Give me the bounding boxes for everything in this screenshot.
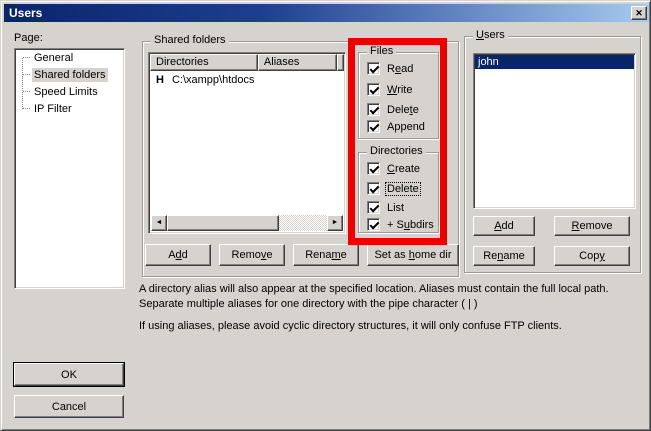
ok-button[interactable]: OK xyxy=(14,363,124,386)
alias-note-1: A directory alias will also appear at th… xyxy=(139,282,628,312)
close-icon[interactable]: ✕ xyxy=(631,6,647,20)
directory-row[interactable]: H C:\xampp\htdocs xyxy=(150,71,344,86)
checkbox-checked-icon xyxy=(367,162,380,175)
window-title: Users xyxy=(4,6,42,20)
title-bar[interactable]: Users ✕ xyxy=(4,4,649,22)
users-listbox[interactable]: john xyxy=(473,53,636,209)
checkbox-checked-icon xyxy=(367,120,380,133)
directories-group: Directories Create Delete List + Subdirs xyxy=(358,152,439,233)
user-list-item[interactable]: john xyxy=(475,55,634,69)
checkbox-dirs-list[interactable]: List xyxy=(367,201,405,214)
rename-folder-button[interactable]: Rename xyxy=(293,244,359,266)
checkbox-checked-icon xyxy=(367,201,380,214)
users-group-label: Users xyxy=(473,29,508,41)
checkbox-checked-icon xyxy=(367,103,380,116)
checkbox-checked-icon xyxy=(367,218,380,231)
shared-folders-group-label: Shared folders xyxy=(151,34,229,46)
directories-listview: Directories Aliases H C:\xampp\htdocs ◄ ► xyxy=(148,52,346,234)
checkbox-checked-icon xyxy=(367,83,380,96)
column-header-aliases[interactable]: Aliases xyxy=(258,54,337,71)
remove-folder-button[interactable]: Remove xyxy=(219,244,285,266)
add-user-button[interactable]: Add xyxy=(473,216,535,236)
page-label: Page: xyxy=(14,32,43,44)
column-header-directories[interactable]: Directories xyxy=(150,54,258,71)
files-group: Files Read Write Delete Append xyxy=(358,52,439,139)
checkbox-dirs-subdirs[interactable]: + Subdirs xyxy=(367,218,435,231)
files-group-label: Files xyxy=(367,45,396,57)
checkbox-files-read[interactable]: Read xyxy=(367,62,414,75)
directory-path: C:\xampp\htdocs xyxy=(172,74,255,86)
rename-user-button[interactable]: Rename xyxy=(473,246,535,266)
checkbox-dirs-delete[interactable]: Delete xyxy=(367,182,420,195)
copy-user-button[interactable]: Copy xyxy=(554,246,630,266)
checkbox-files-append[interactable]: Append xyxy=(367,120,426,133)
add-folder-button[interactable]: Add xyxy=(145,244,211,266)
scroll-right-icon[interactable]: ► xyxy=(327,215,343,231)
checkbox-files-delete[interactable]: Delete xyxy=(367,103,420,116)
set-as-home-dir-button[interactable]: Set as home dir xyxy=(367,244,459,266)
checkbox-checked-icon xyxy=(367,182,380,195)
horizontal-scrollbar[interactable]: ◄ ► xyxy=(151,215,343,231)
checkbox-checked-icon xyxy=(367,62,380,75)
tree-item-ip-filter[interactable]: IP Filter xyxy=(15,100,124,117)
page-tree: General Shared folders Speed Limits IP F… xyxy=(14,48,125,289)
checkbox-dirs-create[interactable]: Create xyxy=(367,162,421,175)
remove-user-button[interactable]: Remove xyxy=(554,216,630,236)
directories-group-label: Directories xyxy=(367,145,426,157)
scrollbar-thumb[interactable] xyxy=(167,215,279,231)
column-header-filler xyxy=(337,54,344,71)
checkbox-files-write[interactable]: Write xyxy=(367,83,413,96)
scroll-left-icon[interactable]: ◄ xyxy=(151,215,167,231)
home-marker: H xyxy=(156,74,164,86)
alias-notes: A directory alias will also appear at th… xyxy=(139,282,628,334)
listview-header: Directories Aliases xyxy=(150,54,344,71)
alias-note-2: If using aliases, please avoid cyclic di… xyxy=(139,319,628,334)
tree-item-shared-folders[interactable]: Shared folders xyxy=(15,66,124,83)
users-dialog: Users ✕ Page: General Shared folders Spe… xyxy=(0,0,651,431)
tree-item-general[interactable]: General xyxy=(15,49,124,66)
tree-item-speed-limits[interactable]: Speed Limits xyxy=(15,83,124,100)
cancel-button[interactable]: Cancel xyxy=(14,395,124,418)
